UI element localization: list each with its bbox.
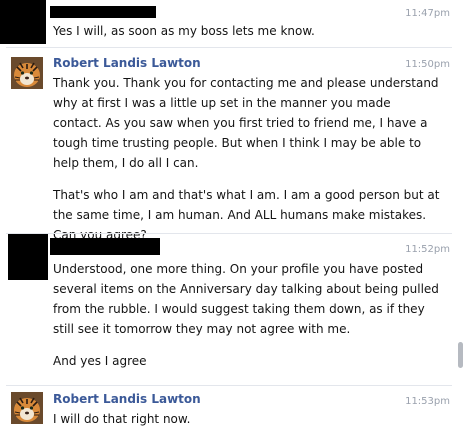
sender-name-link[interactable]: Robert Landis Lawton [53, 392, 201, 406]
message-text: Understood, one more thing. On your prof… [53, 259, 443, 371]
message-paragraph: Thank you. Thank you for contacting me a… [53, 76, 439, 170]
message-paragraph: Yes I will, as soon as my boss lets me k… [53, 24, 315, 38]
message-text: Yes I will, as soon as my boss lets me k… [53, 21, 443, 41]
message-1: 11:47pm Yes I will, as soon as my boss l… [0, 0, 458, 44]
message-paragraph: I will do that right now. [53, 412, 191, 426]
tiger-avatar-icon[interactable] [11, 392, 43, 424]
message-timestamp: 11:53pm [405, 396, 450, 407]
message-paragraph: And yes I agree [53, 354, 147, 368]
message-3: 11:52pm Understood, one more thing. On y… [0, 234, 458, 382]
message-timestamp: 11:50pm [405, 59, 450, 70]
message-timestamp: 11:47pm [405, 8, 450, 19]
redacted-avatar [8, 234, 48, 280]
message-2: Robert Landis Lawton 11:50pm Thank you. … [0, 53, 458, 242]
redacted-sender-name [50, 238, 160, 255]
scrollbar-thumb[interactable] [458, 342, 463, 368]
message-4: Robert Landis Lawton 11:53pm I will do t… [0, 387, 458, 433]
message-text: Thank you. Thank you for contacting me a… [53, 73, 443, 245]
message-text: I will do that right now. [53, 409, 443, 429]
redacted-sender-name [50, 6, 156, 18]
message-paragraph: Understood, one more thing. On your prof… [53, 262, 439, 336]
sender-name-link[interactable]: Robert Landis Lawton [53, 56, 201, 70]
message-divider [6, 385, 452, 386]
message-timestamp: 11:52pm [405, 244, 450, 255]
tiger-avatar-icon[interactable] [11, 57, 43, 89]
redacted-avatar [0, 0, 46, 44]
message-divider [6, 47, 452, 48]
